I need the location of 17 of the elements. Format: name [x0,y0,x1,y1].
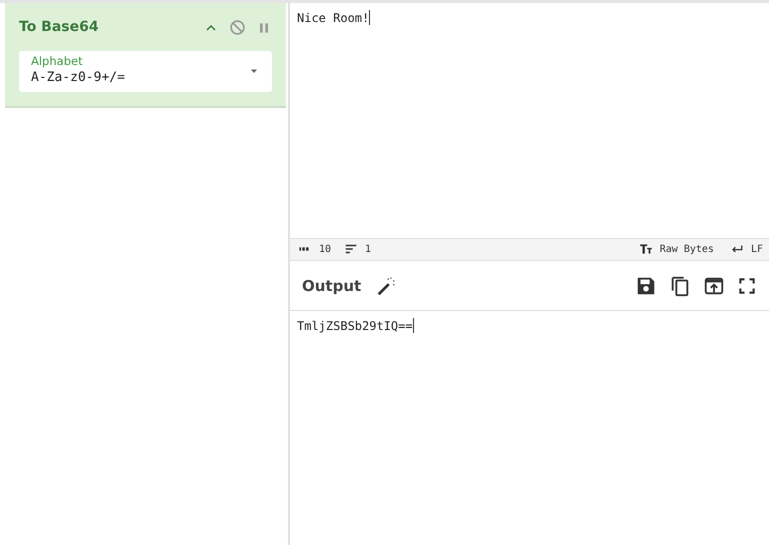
output-title: Output [302,276,362,297]
length-count: 10 [319,242,332,256]
operation-title: To Base64 [19,18,99,37]
alphabet-dropdown[interactable]: Alphabet A-Za-z0-9+/= [19,51,272,92]
save-icon[interactable] [635,275,657,297]
output-area[interactable]: TmljZSBSb29tIQ== [290,310,769,545]
input-text: Nice Room! [297,11,370,25]
line-ending-label[interactable]: LF [750,242,763,256]
output-text: TmljZSBSb29tIQ== [297,318,413,332]
text-size-icon[interactable] [638,242,653,256]
fullscreen-icon[interactable] [737,276,757,296]
copy-icon[interactable] [669,275,691,297]
lines-icon [344,242,358,256]
replace-input-icon[interactable] [703,275,725,297]
line-count: 1 [365,242,372,256]
magic-wand-icon[interactable] [375,275,398,297]
encoding-label[interactable]: Raw Bytes [660,242,714,256]
